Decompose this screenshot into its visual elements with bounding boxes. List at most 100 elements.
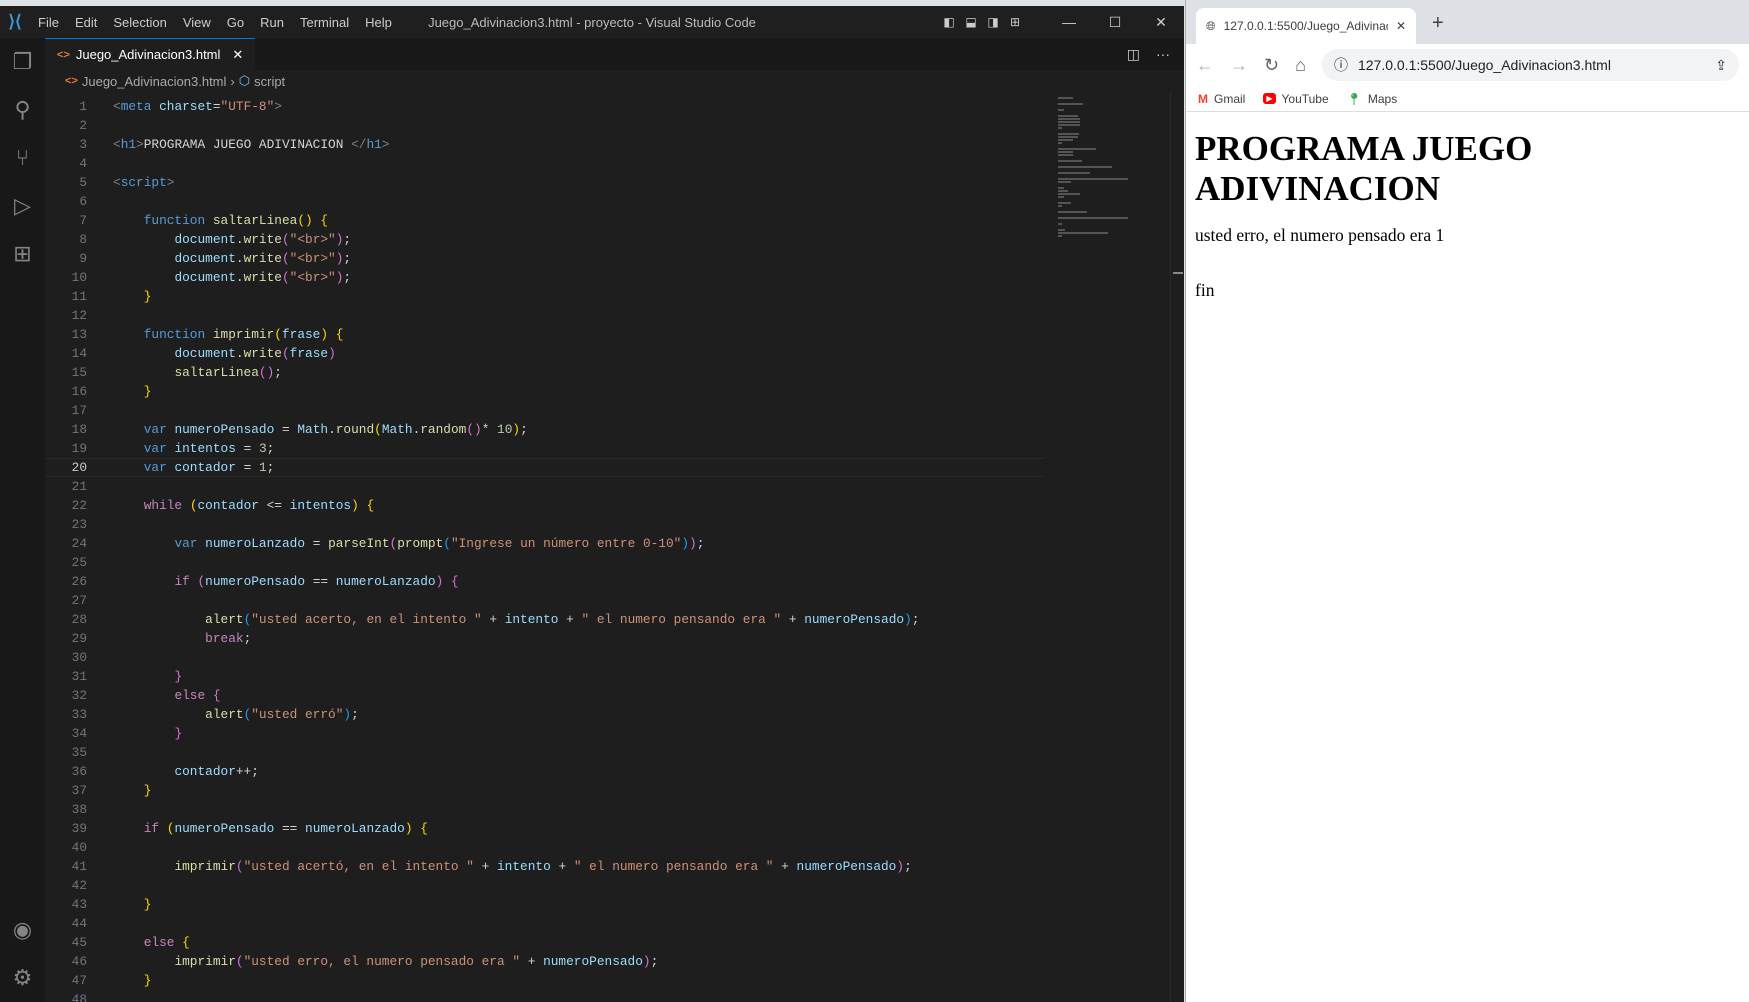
new-tab-button[interactable]: + — [1432, 12, 1444, 35]
minimize-button[interactable]: — — [1046, 14, 1092, 30]
code-line[interactable]: 21 — [45, 477, 1045, 496]
code-line[interactable]: 10 document.write("<br>"); — [45, 268, 1045, 287]
bookmark-gmail[interactable]: M Gmail — [1198, 92, 1245, 106]
breadcrumb-symbol[interactable]: script — [254, 74, 285, 89]
code-line[interactable]: 18 var numeroPensado = Math.round(Math.r… — [45, 420, 1045, 439]
code-line[interactable]: 16 } — [45, 382, 1045, 401]
code-line[interactable]: 27 — [45, 591, 1045, 610]
code-line[interactable]: 35 — [45, 743, 1045, 762]
code-line[interactable]: 47 } — [45, 971, 1045, 990]
explorer-icon[interactable]: ❐ — [0, 38, 45, 86]
toggle-secondary-sidebar-icon[interactable]: ◨ — [982, 15, 1004, 29]
code-line[interactable]: 6 — [45, 192, 1045, 211]
source-control-icon[interactable]: ⑂ — [0, 134, 45, 182]
code-line[interactable]: 24 var numeroLanzado = parseInt(prompt("… — [45, 534, 1045, 553]
customize-layout-icon[interactable]: ⊞ — [1004, 15, 1026, 29]
bookmark-youtube[interactable]: ▶ YouTube — [1263, 92, 1329, 106]
line-number: 21 — [71, 479, 87, 494]
code-text: contador++; — [113, 762, 258, 781]
toggle-sidebar-icon[interactable]: ◧ — [938, 15, 960, 29]
menu-file[interactable]: File — [30, 15, 67, 30]
menu-go[interactable]: Go — [219, 15, 252, 30]
code-line[interactable]: 8 document.write("<br>"); — [45, 230, 1045, 249]
split-editor-icon[interactable]: ◫ — [1127, 46, 1140, 63]
code-line[interactable]: 33 alert("usted erró"); — [45, 705, 1045, 724]
code-line[interactable]: 19 var intentos = 3; — [45, 439, 1045, 458]
code-line[interactable]: 2 — [45, 116, 1045, 135]
code-line[interactable]: 44 — [45, 914, 1045, 933]
menu-edit[interactable]: Edit — [67, 15, 105, 30]
code-line[interactable]: 45 else { — [45, 933, 1045, 952]
code-line[interactable]: 30 — [45, 648, 1045, 667]
settings-gear-icon[interactable]: ⚙ — [0, 954, 45, 1002]
code-line[interactable]: 20 var contador = 1; — [45, 458, 1045, 477]
forward-icon[interactable]: → — [1230, 55, 1248, 76]
code-line[interactable]: 14 document.write(frase) — [45, 344, 1045, 363]
code-line[interactable]: 42 — [45, 876, 1045, 895]
code-line[interactable]: 25 — [45, 553, 1045, 572]
account-icon[interactable]: ◉ — [0, 906, 45, 954]
url-text[interactable]: 127.0.0.1:5500/Juego_Adivinacion3.html — [1358, 57, 1611, 73]
menu-help[interactable]: Help — [357, 15, 400, 30]
search-icon[interactable]: ⚲ — [0, 86, 45, 134]
code-line[interactable]: 31 } — [45, 667, 1045, 686]
code-line[interactable]: 38 — [45, 800, 1045, 819]
code-line[interactable]: 3 <h1>PROGRAMA JUEGO ADIVINACION </h1> — [45, 135, 1045, 154]
code-token: = — [274, 422, 298, 437]
extensions-icon[interactable]: ⊞ — [0, 230, 45, 278]
code-line[interactable]: 9 document.write("<br>"); — [45, 249, 1045, 268]
code-line[interactable]: 41 imprimir("usted acertó, en el intento… — [45, 857, 1045, 876]
code-token: else — [174, 688, 206, 703]
code-line[interactable]: 11 } — [45, 287, 1045, 306]
vertical-scrollbar[interactable] — [1170, 92, 1184, 1002]
menu-terminal[interactable]: Terminal — [292, 15, 357, 30]
code-line[interactable]: 22 while (contador <= intentos) { — [45, 496, 1045, 515]
browser-tab[interactable]: 🌐︎ 127.0.0.1:5500/Juego_Adivinacion3.htm… — [1196, 8, 1416, 44]
code-line[interactable]: 46 imprimir("usted erro, el numero pensa… — [45, 952, 1045, 971]
run-debug-icon[interactable]: ▷ — [0, 182, 45, 230]
code-line[interactable]: 39 if (numeroPensado == numeroLanzado) { — [45, 819, 1045, 838]
toggle-panel-icon[interactable]: ⬓ — [960, 15, 982, 29]
code-token: h1 — [120, 137, 137, 152]
code-line[interactable]: 15 saltarLinea(); — [45, 363, 1045, 382]
share-icon[interactable]: ⇪ — [1715, 57, 1727, 74]
code-line[interactable]: 1 <meta charset="UTF-8"> — [45, 97, 1045, 116]
code-line[interactable]: 29 break; — [45, 629, 1045, 648]
breadcrumb-file[interactable]: Juego_Adivinacion3.html — [82, 74, 227, 89]
address-bar[interactable]: ⓘ 127.0.0.1:5500/Juego_Adivinacion3.html… — [1321, 49, 1739, 81]
code-editor[interactable]: 1 <meta charset="UTF-8"> 2 3 <h1>PROGRAMA JU… — [45, 97, 1045, 1002]
info-icon[interactable]: ⓘ — [1334, 55, 1348, 75]
tab-juego-adivinacion3[interactable]: <> Juego_Adivinacion3.html ✕ — [45, 38, 256, 70]
menu-view[interactable]: View — [175, 15, 219, 30]
code-line[interactable]: 26 if (numeroPensado == numeroLanzado) { — [45, 572, 1045, 591]
more-actions-icon[interactable]: ··· — [1156, 46, 1170, 62]
code-line[interactable]: 23 — [45, 515, 1045, 534]
minimap[interactable] — [1058, 96, 1128, 237]
menu-selection[interactable]: Selection — [105, 15, 174, 30]
back-icon[interactable]: ← — [1196, 55, 1214, 76]
close-tab-icon[interactable]: ✕ — [1396, 19, 1406, 33]
code-line[interactable]: 17 — [45, 401, 1045, 420]
code-line[interactable]: 13 function imprimir(frase) { — [45, 325, 1045, 344]
menu-run[interactable]: Run — [252, 15, 292, 30]
code-line[interactable]: 34 } — [45, 724, 1045, 743]
close-tab-icon[interactable]: ✕ — [232, 47, 243, 63]
close-button[interactable]: ✕ — [1138, 14, 1184, 31]
code-line[interactable]: 28 alert("usted acerto, en el intento " … — [45, 610, 1045, 629]
code-line[interactable]: 48 — [45, 990, 1045, 1002]
reload-icon[interactable]: ↻ — [1264, 55, 1279, 76]
code-line[interactable]: 43 } — [45, 895, 1045, 914]
code-line[interactable]: 40 — [45, 838, 1045, 857]
code-line[interactable]: 37 } — [45, 781, 1045, 800]
home-icon[interactable]: ⌂ — [1295, 55, 1306, 76]
code-line[interactable]: 5 <script> — [45, 173, 1045, 192]
maximize-button[interactable]: ☐ — [1092, 14, 1138, 31]
code-line[interactable]: 36 contador++; — [45, 762, 1045, 781]
code-line[interactable]: 7 function saltarLinea() { — [45, 211, 1045, 230]
code-line[interactable]: 12 — [45, 306, 1045, 325]
code-line[interactable]: 32 else { — [45, 686, 1045, 705]
bookmark-maps[interactable]: 📍︎ Maps — [1347, 92, 1398, 106]
line-number: 11 — [71, 289, 87, 304]
code-line[interactable]: 4 — [45, 154, 1045, 173]
